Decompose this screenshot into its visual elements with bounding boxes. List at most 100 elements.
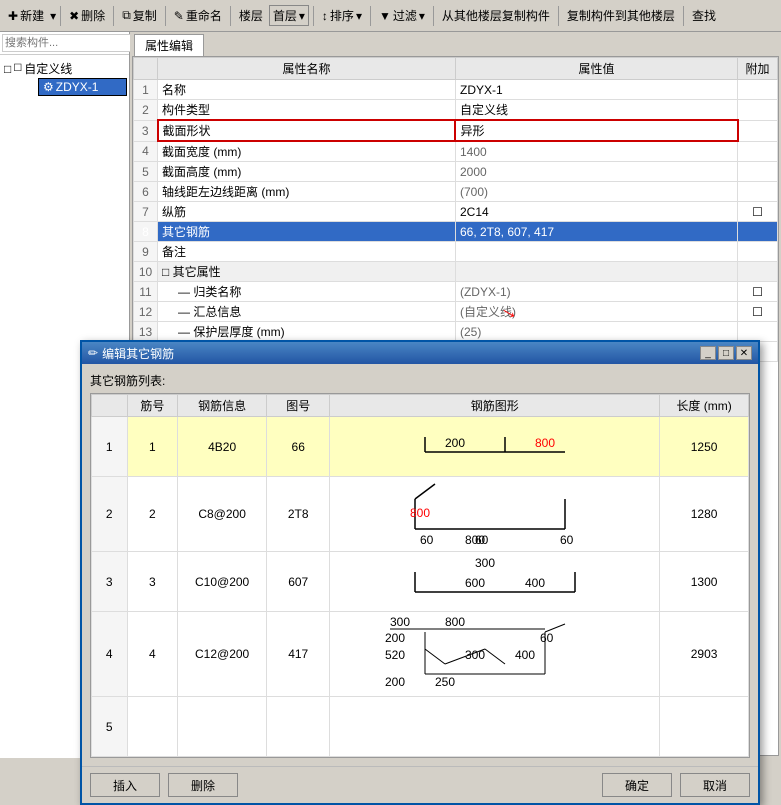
table-row[interactable]: 8其它钢筋66, 2T8, 607, 417 [134, 222, 778, 242]
copy-from-floor-button[interactable]: 从其他楼层复制构件 [438, 5, 554, 26]
row-value [455, 242, 737, 262]
delete-button[interactable]: ✖ 删除 [65, 5, 109, 26]
edit-rebar-dialog: ✏ 编辑其它钢筋 _ □ ✕ 其它钢筋列表: 筋号 钢筋信息 图号 钢筋图形 长… [80, 340, 760, 805]
tab-property-edit[interactable]: 属性编辑 [134, 34, 204, 56]
svg-text:400: 400 [515, 648, 535, 662]
col-attach-header: 附加 [738, 58, 778, 80]
sort-icon: ↕ [322, 9, 328, 23]
svg-text:250: 250 [435, 675, 455, 689]
tree-root-item[interactable]: □ ☐ 自定义线 [2, 59, 127, 78]
copy-to-floor-button[interactable]: 复制构件到其他楼层 [563, 5, 679, 26]
find-button[interactable]: 查找 [688, 5, 720, 26]
rebar-info: C10@200 [178, 552, 267, 612]
confirm-button[interactable]: 确定 [602, 773, 672, 797]
rebar-fig: 607 [267, 552, 330, 612]
svg-text:400: 400 [525, 576, 545, 590]
footer-right-buttons: 确定 取消 [602, 773, 750, 797]
insert-button[interactable]: 插入 [90, 773, 160, 797]
rebar-shape [330, 697, 660, 757]
rebar-table-row[interactable]: 1 1 4B20 66 200 800 1250 [92, 417, 749, 477]
restore-button[interactable]: □ [718, 346, 734, 360]
table-row[interactable]: 1名称ZDYX-1 [134, 80, 778, 100]
row-num: 11 [134, 282, 158, 302]
dialog-controls: _ □ ✕ [700, 346, 752, 360]
rebar-row-num: 4 [92, 612, 128, 697]
table-row[interactable]: 10□ 其它属性 [134, 262, 778, 282]
row-attach [738, 100, 778, 121]
row-name: 其它钢筋 [158, 222, 456, 242]
footer-left-buttons: 插入 删除 [90, 773, 238, 797]
row-value: 66, 2T8, 607, 417 [455, 222, 737, 242]
rebar-list-label: 其它钢筋列表: [90, 372, 750, 389]
rebar-length: 2903 [660, 612, 749, 697]
svg-text:300: 300 [475, 557, 495, 570]
row-name: 纵筋 [158, 202, 456, 222]
minimize-button[interactable]: _ [700, 346, 716, 360]
copy-icon: ⧉ [122, 8, 131, 23]
floor-select[interactable]: 首层 ▾ [269, 5, 309, 26]
table-row[interactable]: 6轴线距左边线距离 (mm)(700) [134, 182, 778, 202]
row-num: 5 [134, 162, 158, 182]
table-row[interactable]: 9备注 [134, 242, 778, 262]
rebar-header-num [92, 395, 128, 417]
tree-child-container: ⚙ ZDYX-1 [18, 78, 127, 96]
row-num: 9 [134, 242, 158, 262]
svg-text:60: 60 [540, 631, 554, 645]
row-num: 6 [134, 182, 158, 202]
row-num: 8 [134, 222, 158, 242]
rebar-info: 4B20 [178, 417, 267, 477]
table-row[interactable]: 11— 归类名称(ZDYX-1)☐ [134, 282, 778, 302]
row-name: 截面形状 [158, 120, 456, 141]
cancel-button[interactable]: 取消 [680, 773, 750, 797]
rebar-table-row[interactable]: 3 3 C10@200 607 600 400 300 1300 [92, 552, 749, 612]
sep3 [165, 6, 166, 26]
row-attach [738, 222, 778, 242]
copy-button[interactable]: ⧉ 复制 [118, 5, 161, 26]
rebar-length [660, 697, 749, 757]
rebar-info: C8@200 [178, 477, 267, 552]
row-value: 2C14 [455, 202, 737, 222]
rebar-table-row[interactable]: 4 4 C12@200 417 300 800 200 60 520 300 4… [92, 612, 749, 697]
rebar-header-shape: 钢筋图形 [330, 395, 660, 417]
row-value: (ZDYX-1) [455, 282, 737, 302]
table-row[interactable]: 4截面宽度 (mm)1400 [134, 141, 778, 162]
row-value: (700) [455, 182, 737, 202]
table-row[interactable]: 12— 汇总信息(自定义线)☐ [134, 302, 778, 322]
sep7 [433, 6, 434, 26]
col-name-header: 属性名称 [158, 58, 456, 80]
table-row[interactable]: 7纵筋2C14☐ [134, 202, 778, 222]
table-row[interactable]: 5截面高度 (mm)2000 [134, 162, 778, 182]
svg-text:600: 600 [465, 576, 485, 590]
sort-button[interactable]: ↕ 排序 ▾ [318, 5, 366, 26]
sort-chevron: ▾ [356, 9, 362, 23]
delete-button[interactable]: 删除 [168, 773, 238, 797]
rebar-shape: 300 800 200 60 520 300 400 200 250 [330, 612, 660, 697]
close-button[interactable]: ✕ [736, 346, 752, 360]
table-row[interactable]: 2构件类型自定义线 [134, 100, 778, 121]
search-box: 🔍 [0, 32, 129, 55]
rebar-table-row[interactable]: 2 2 C8@200 2T8 800 800 60 60 60 1280 [92, 477, 749, 552]
rebar-length: 1250 [660, 417, 749, 477]
filter-button[interactable]: ▼ 过滤 ▾ [375, 5, 429, 26]
rebar-table-row[interactable]: 5 [92, 697, 749, 757]
table-row[interactable]: 3截面形状异形 [134, 120, 778, 141]
tab-bar: 属性编辑 [130, 32, 781, 56]
rebar-length: 1300 [660, 552, 749, 612]
row-name: — 保护层厚度 (mm) [158, 322, 456, 342]
row-value: (25) [455, 322, 737, 342]
tree-child-item[interactable]: ⚙ ZDYX-1 [38, 78, 127, 96]
tree-child-label: ZDYX-1 [56, 80, 99, 94]
table-row[interactable]: 13— 保护层厚度 (mm)(25) [134, 322, 778, 342]
floor-button[interactable]: 楼层 [235, 5, 267, 26]
rebar-shape: 600 400 300 [330, 552, 660, 612]
new-button[interactable]: ✚ 新建 [4, 5, 48, 26]
search-input[interactable] [2, 34, 150, 52]
rebar-row-num: 1 [92, 417, 128, 477]
row-value: 1400 [455, 141, 737, 162]
rename-button[interactable]: ✎ 重命名 [170, 5, 226, 26]
svg-text:800: 800 [410, 506, 430, 520]
gear-icon: ⚙ [43, 80, 54, 94]
tree-checkbox: ☐ [13, 63, 22, 74]
svg-text:200: 200 [445, 436, 465, 450]
row-num: 1 [134, 80, 158, 100]
